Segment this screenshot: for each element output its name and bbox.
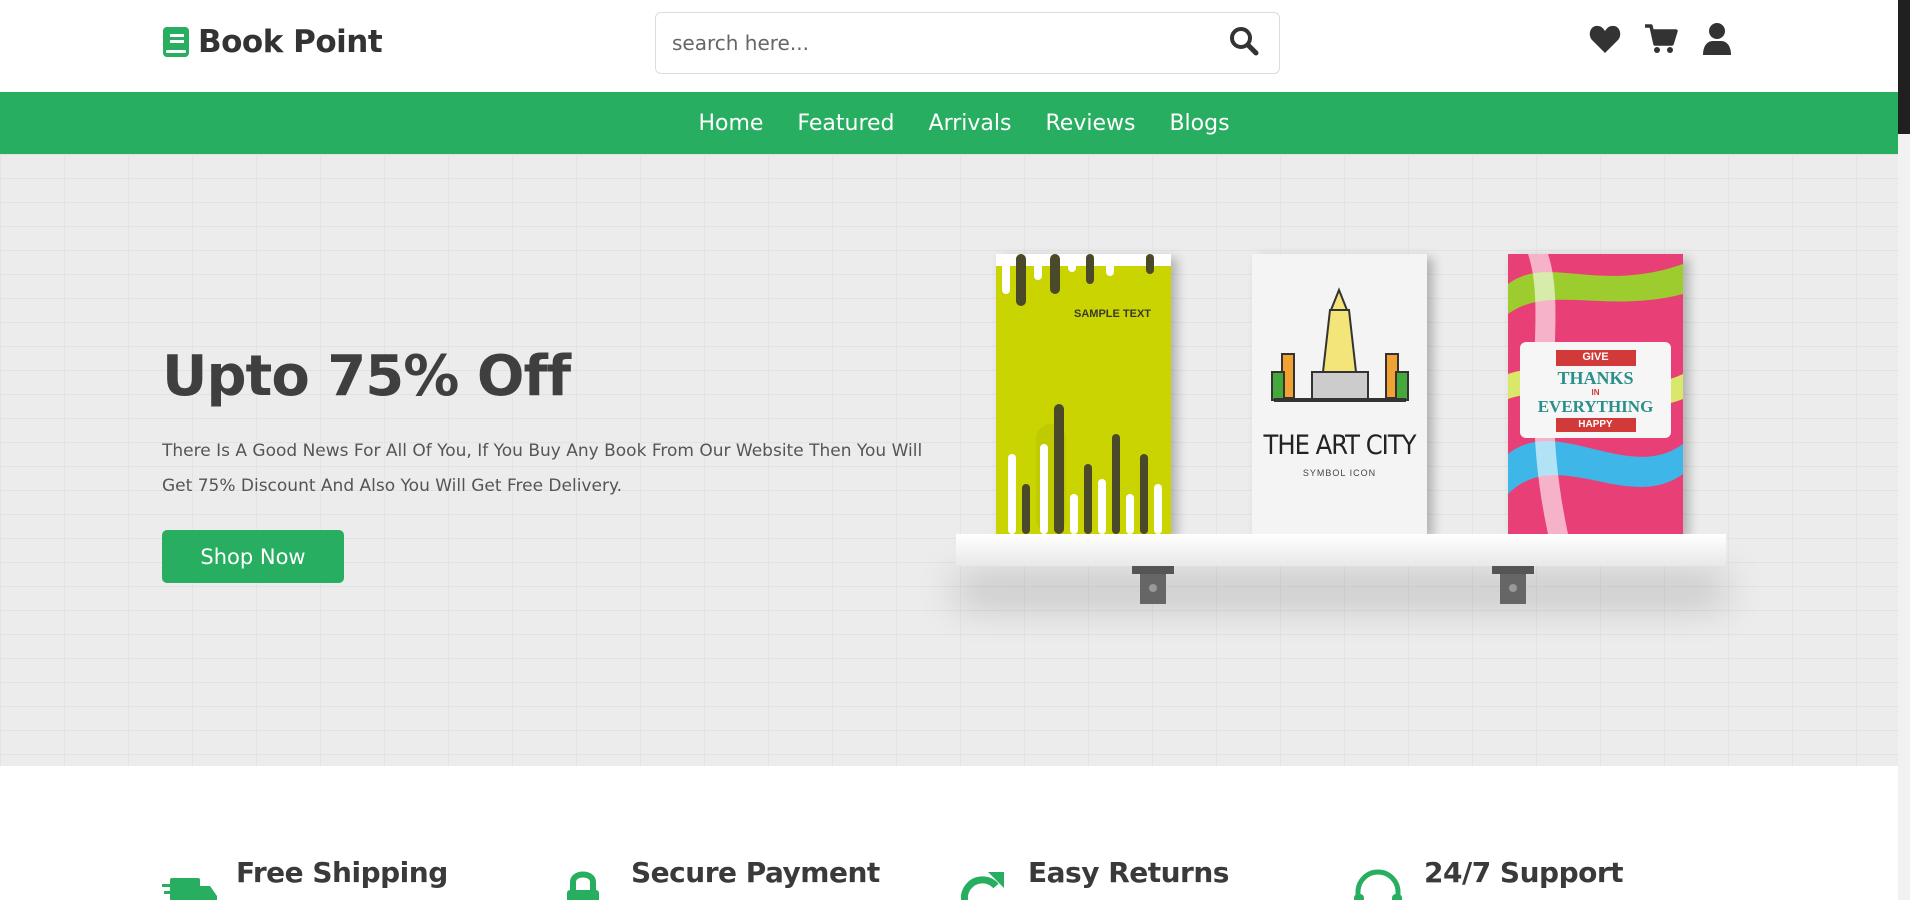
feature-title: Free Shipping xyxy=(236,856,448,889)
brand-logo[interactable]: Book Point xyxy=(162,24,383,60)
feature-title: Easy Returns xyxy=(1028,856,1229,889)
feature-support: 24/7 Support xyxy=(1350,856,1624,900)
shelf-bracket xyxy=(1132,566,1174,604)
book-cover-art-city[interactable]: THE ART CITY SYMBOL ICON xyxy=(1252,254,1427,534)
cart-icon xyxy=(1644,23,1678,59)
book-cover-line5: HAPPY xyxy=(1578,419,1613,430)
nav-featured[interactable]: Featured xyxy=(797,111,894,136)
book-shelf-image: SAMPLE TEXT THE ART CITY SYMBOL ICON GIV… xyxy=(950,154,1730,766)
shelf-bracket xyxy=(1492,566,1534,604)
book-cover-line4: EVERYTHING xyxy=(1537,397,1654,416)
book-cover-line1: GIVE xyxy=(1582,351,1609,363)
shelf-board xyxy=(956,534,1726,566)
book-cover-title: THE ART CITY xyxy=(1263,430,1416,461)
redo-icon xyxy=(954,864,1010,900)
search-icon xyxy=(1229,26,1259,60)
truck-icon xyxy=(162,864,218,900)
search-button[interactable] xyxy=(1209,13,1279,73)
scrollbar-thumb[interactable] xyxy=(1898,0,1910,134)
features-section: Free Shipping Secure Payment Easy Return… xyxy=(0,840,1898,900)
nav-reviews[interactable]: Reviews xyxy=(1045,111,1135,136)
feature-title: 24/7 Support xyxy=(1424,856,1624,889)
nav-arrivals[interactable]: Arrivals xyxy=(929,111,1012,136)
hero-description: There Is A Good News For All Of You, If … xyxy=(162,441,923,496)
search-form xyxy=(655,12,1280,74)
nav-blogs[interactable]: Blogs xyxy=(1169,111,1229,136)
cart-button[interactable] xyxy=(1644,24,1678,58)
book-cover-subtitle: SYMBOL ICON xyxy=(1302,468,1377,478)
site-header: Book Point xyxy=(0,0,1898,92)
heart-icon xyxy=(1589,24,1621,58)
headset-icon xyxy=(1350,864,1406,900)
nav-home[interactable]: Home xyxy=(698,111,763,136)
book-cover-text: SAMPLE TEXT xyxy=(1074,308,1152,320)
feature-easy-returns: Easy Returns xyxy=(954,856,1229,900)
page-scrollbar[interactable] xyxy=(1898,0,1910,900)
main-nav: Home Featured Arrivals Reviews Blogs xyxy=(0,92,1898,154)
book-cover-line3: IN xyxy=(1591,388,1600,397)
book-cover-give-thanks[interactable]: GIVE THANKS IN EVERYTHING HAPPY xyxy=(1508,254,1683,534)
feature-free-shipping: Free Shipping xyxy=(162,856,448,900)
hero-title: Upto 75% Off xyxy=(162,344,571,409)
search-input[interactable] xyxy=(656,13,1209,73)
feature-title: Secure Payment xyxy=(631,856,880,889)
book-icon xyxy=(162,26,190,58)
wishlist-button[interactable] xyxy=(1588,24,1622,58)
feature-secure-payment: Secure Payment xyxy=(557,856,880,900)
shop-now-button[interactable]: Shop Now xyxy=(162,530,344,583)
lock-icon xyxy=(557,864,613,900)
book-cover-line2: THANKS xyxy=(1557,368,1634,388)
user-icon xyxy=(1703,23,1731,59)
book-cover-sample[interactable]: SAMPLE TEXT xyxy=(996,254,1171,534)
hero-section: Upto 75% Off There Is A Good News For Al… xyxy=(0,154,1898,766)
header-actions xyxy=(1588,23,1734,59)
brand-name: Book Point xyxy=(198,24,383,60)
account-button[interactable] xyxy=(1700,23,1734,59)
